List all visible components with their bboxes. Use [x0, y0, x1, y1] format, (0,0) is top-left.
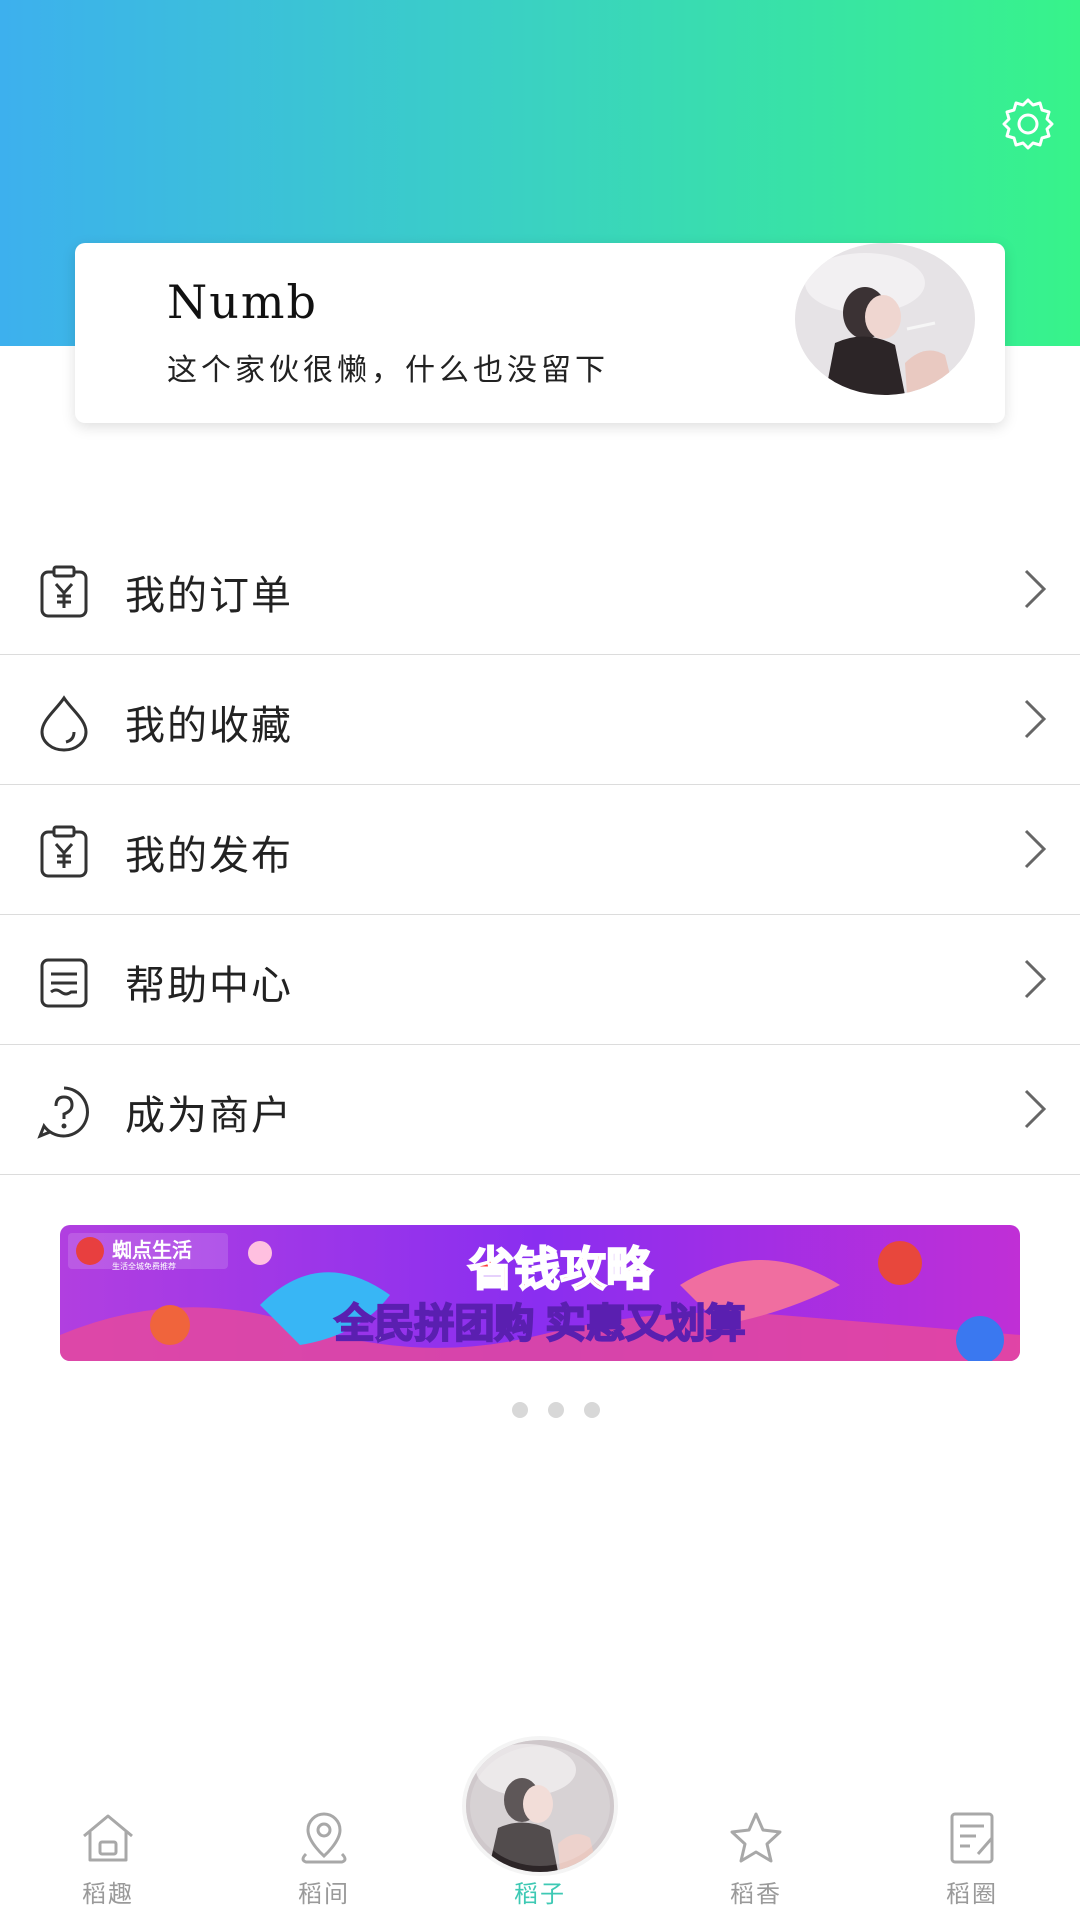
menu-item-label: 成为商户 — [125, 1093, 293, 1139]
question-icon — [37, 1086, 89, 1139]
tab-label: 稻香 — [730, 1880, 782, 1908]
menu-item-published[interactable]: 我的发布 — [0, 785, 1080, 915]
menu-item-favorites[interactable]: 我的收藏 — [0, 655, 1080, 785]
avatar[interactable] — [795, 243, 975, 395]
banner-subtitle: 全民拼团购 实惠又划算 — [333, 1301, 745, 1346]
chevron-right-icon — [1024, 959, 1047, 999]
menu-item-help[interactable]: 帮助中心 — [0, 915, 1080, 1045]
tab-daoxiang[interactable]: 稻香 — [648, 1790, 864, 1920]
menu-item-orders[interactable]: 我的订单 — [0, 525, 1080, 655]
home-icon — [83, 1814, 133, 1862]
tab-label: 稻子 — [514, 1880, 566, 1908]
tab-daoquan[interactable]: 稻圈 — [864, 1790, 1080, 1920]
tab-label: 稻间 — [298, 1880, 350, 1908]
chevron-right-icon — [1024, 699, 1047, 739]
menu-item-label: 我的收藏 — [125, 703, 293, 749]
tab-label: 稻趣 — [82, 1880, 134, 1908]
profile-bio: 这个家伙很懒，什么也没留下 — [167, 353, 609, 388]
star-icon — [730, 1812, 782, 1863]
chevron-right-icon — [1024, 1089, 1047, 1129]
tab-center-avatar[interactable] — [466, 1740, 614, 1872]
menu-list: 我的订单 我的收藏 我的发布 帮助中心 成为商户 — [0, 525, 1080, 1175]
publish-yen-icon — [40, 825, 88, 878]
banner-title: 省钱攻略 — [468, 1243, 653, 1295]
chevron-right-icon — [1024, 569, 1047, 609]
tab-daoqu[interactable]: 稻趣 — [0, 1790, 216, 1920]
document-icon — [40, 958, 88, 1008]
pagination-dot[interactable] — [584, 1402, 600, 1418]
gear-icon[interactable] — [1000, 96, 1056, 152]
banner-pagination — [510, 1402, 610, 1418]
order-yen-icon — [40, 565, 88, 618]
chevron-right-icon — [1024, 829, 1047, 869]
location-pin-icon — [301, 1812, 347, 1864]
drop-icon — [40, 695, 88, 752]
menu-item-label: 我的发布 — [125, 833, 293, 879]
menu-item-label: 帮助中心 — [125, 963, 293, 1009]
menu-item-merchant[interactable]: 成为商户 — [0, 1045, 1080, 1175]
profile-card[interactable]: Numb 这个家伙很懒，什么也没留下 — [75, 243, 1005, 423]
profile-name: Numb — [167, 275, 318, 329]
banner-brand: 蜘点生活 — [112, 1238, 192, 1262]
promo-banner[interactable]: 蜘点生活 生活全城免费推荐 省钱攻略 全民拼团购 实惠又划算 — [60, 1225, 1020, 1361]
edit-note-icon — [950, 1812, 994, 1864]
banner-brand-sub: 生活全城免费推荐 — [112, 1261, 176, 1271]
tab-daojian[interactable]: 稻间 — [216, 1790, 432, 1920]
pagination-dot[interactable] — [548, 1402, 564, 1418]
menu-item-label: 我的订单 — [125, 573, 293, 619]
tab-label: 稻圈 — [946, 1880, 998, 1908]
pagination-dot[interactable] — [512, 1402, 528, 1418]
